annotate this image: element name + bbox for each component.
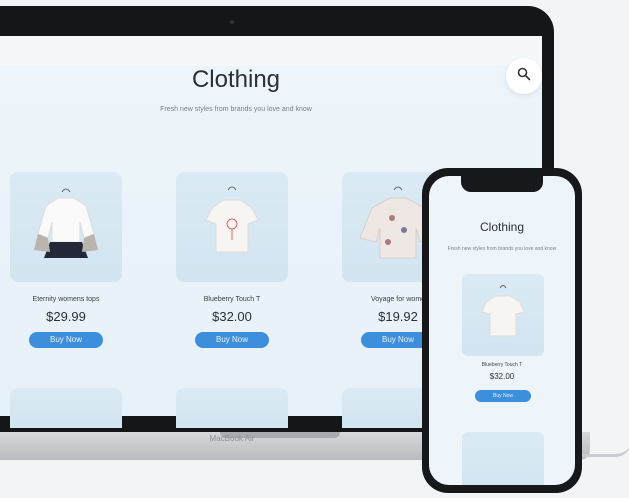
phone-page-title: Clothing: [479, 220, 525, 234]
phone-screen: Clothing Fresh new styles from brands yo…: [429, 176, 575, 485]
phone-product-image[interactable]: [462, 274, 544, 356]
page-subtitle: Fresh new styles from brands you love an…: [160, 106, 312, 113]
phone-notch: [461, 176, 543, 192]
phone-page-subtitle: Fresh new styles from brands you love an…: [447, 246, 557, 252]
camera-dot: [230, 20, 234, 24]
product-name[interactable]: Eternity womens tops: [10, 296, 122, 303]
phone-product-card-partial[interactable]: [462, 432, 544, 485]
phone-product-price: $32.00: [489, 372, 515, 381]
product-price: $29.99: [46, 309, 86, 324]
search-icon: [517, 67, 531, 86]
product-card-partial[interactable]: [176, 388, 288, 428]
product-image: [10, 172, 122, 282]
search-button[interactable]: [506, 58, 542, 94]
phone-product-name[interactable]: Blueberry Touch T: [429, 362, 575, 368]
product-card[interactable]: Eternity womens tops $29.99 Buy Now: [10, 172, 122, 348]
phone-buy-now-button[interactable]: Buy Now: [475, 390, 531, 402]
product-card-partial[interactable]: [10, 388, 122, 428]
browser-topbar: [0, 36, 542, 66]
buy-now-button[interactable]: Buy Now: [195, 332, 269, 348]
buy-now-button[interactable]: Buy Now: [29, 332, 103, 348]
product-card[interactable]: Blueberry Touch T $32.00 Buy Now: [176, 172, 288, 348]
page-title: Clothing: [191, 66, 281, 93]
product-price: $32.00: [212, 309, 252, 324]
product-name[interactable]: Blueberry Touch T: [176, 296, 288, 303]
product-image: [176, 172, 288, 282]
laptop-brand-label: MacBook Air: [209, 434, 255, 443]
